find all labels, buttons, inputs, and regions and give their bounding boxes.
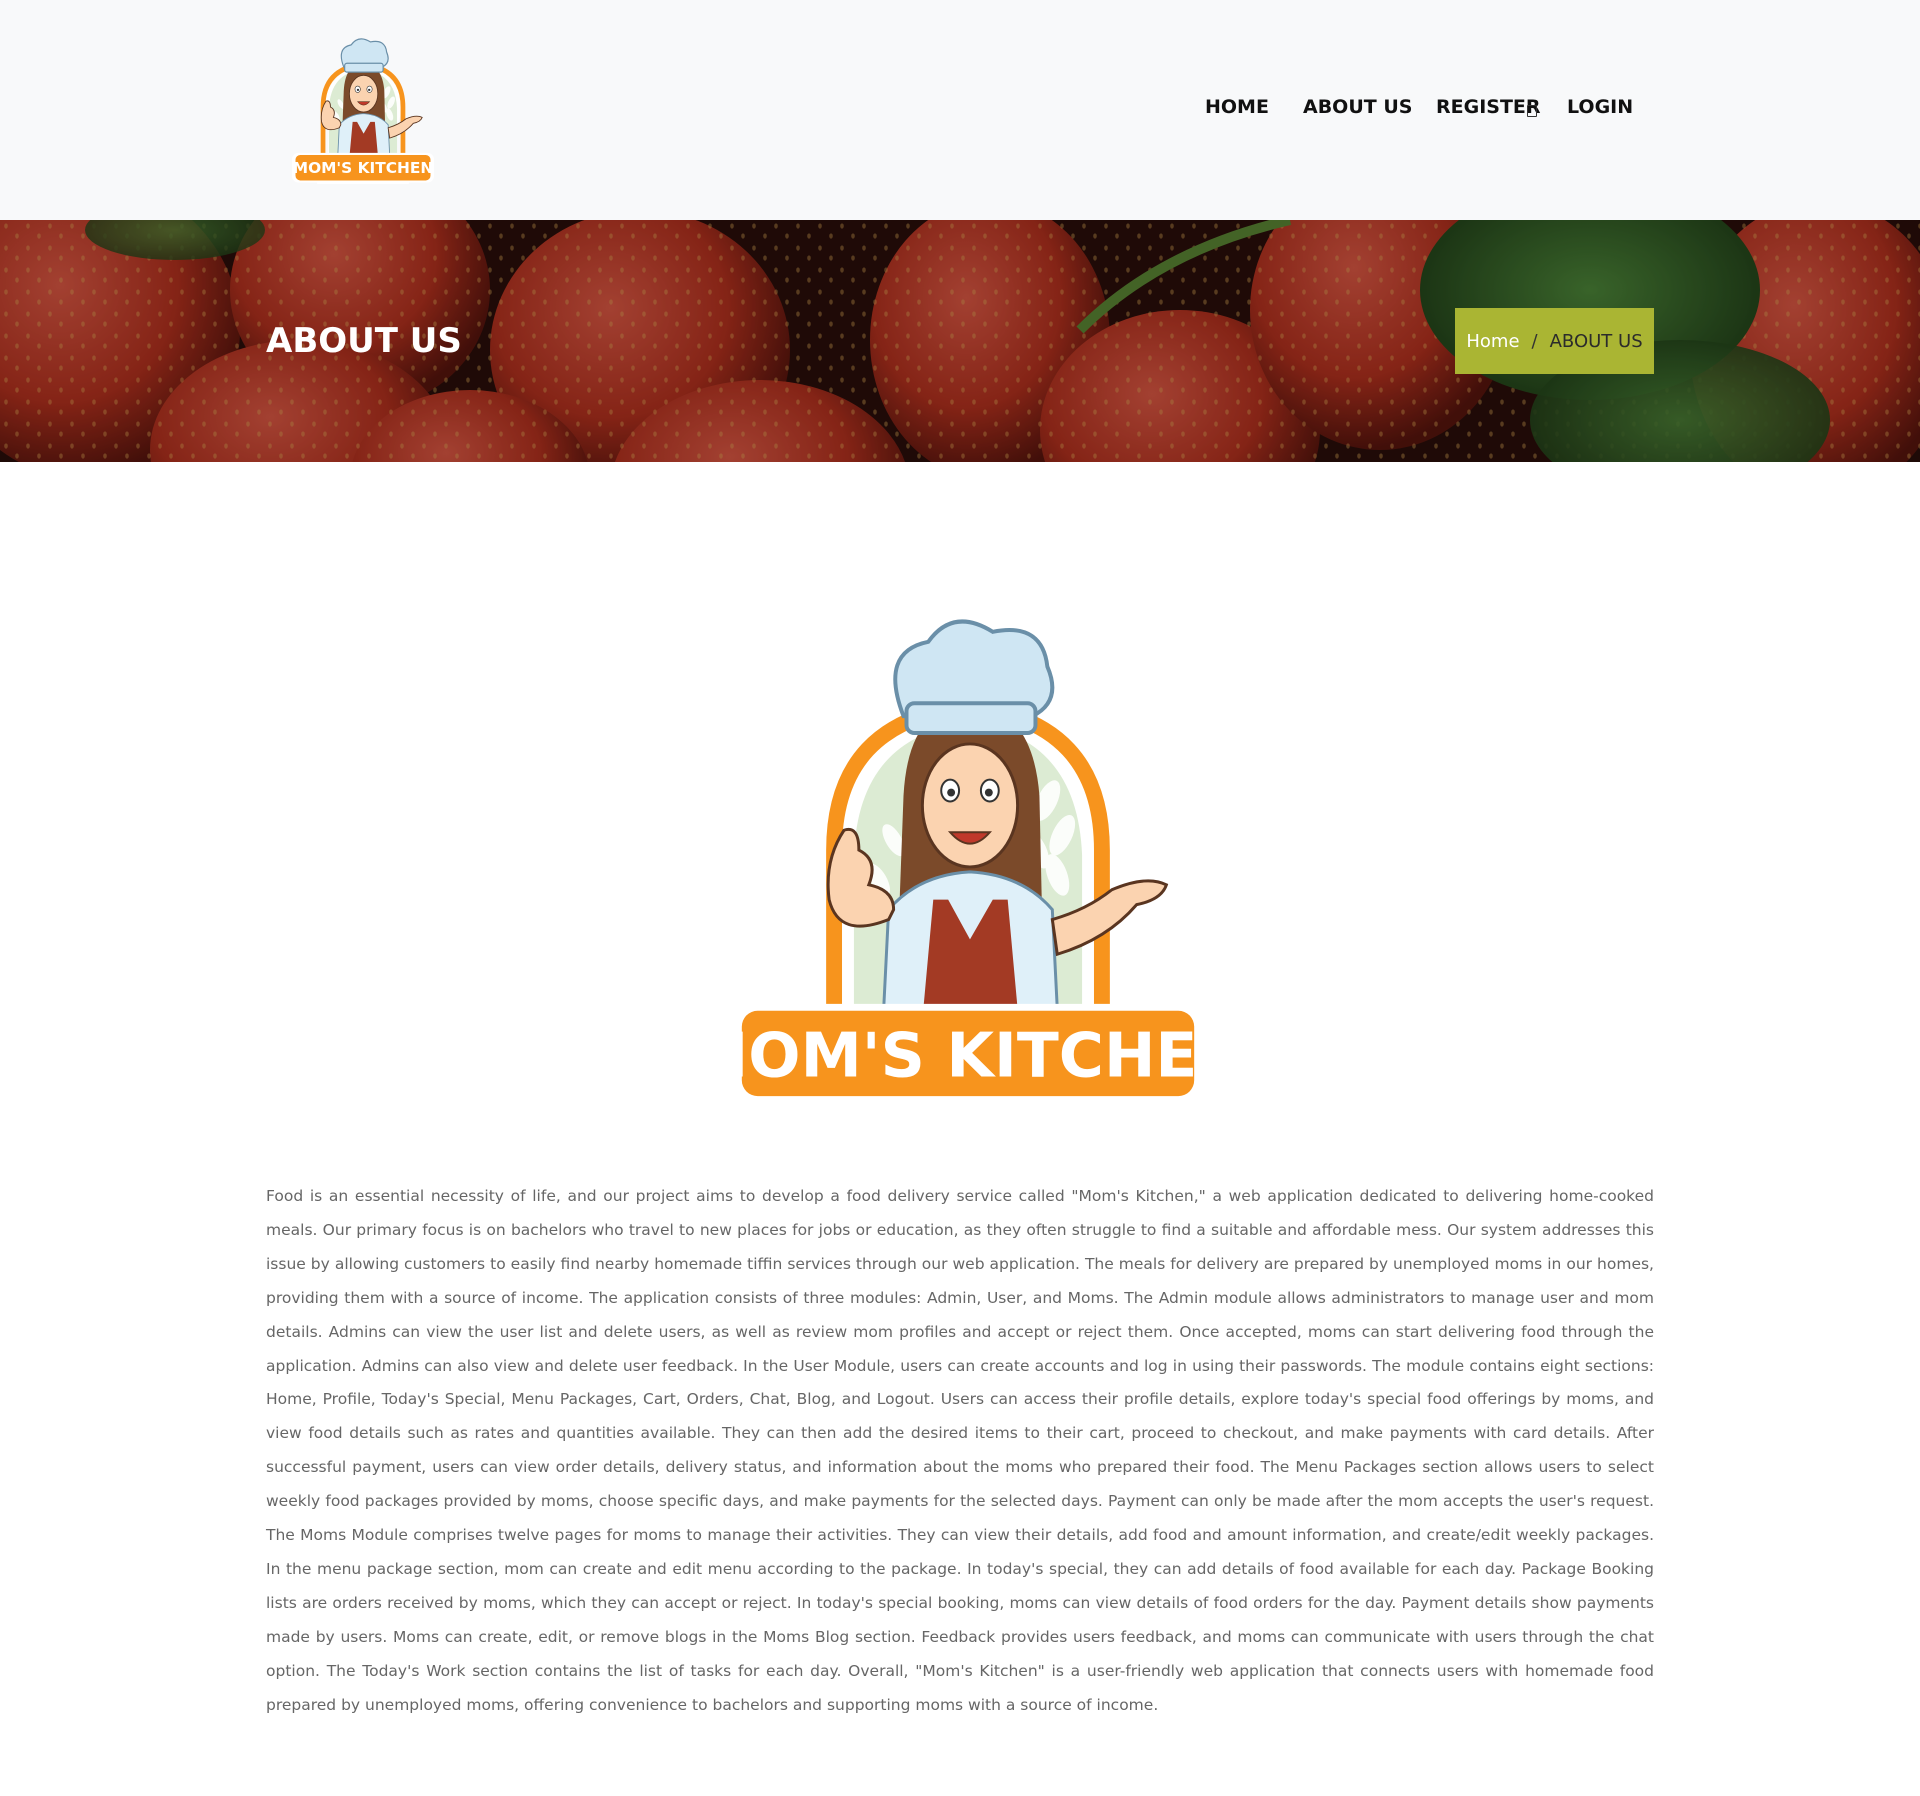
main-nav: HOME ABOUT US REGISTER LOGIN	[0, 96, 1920, 126]
nav-login[interactable]: LOGIN	[1567, 96, 1633, 118]
logo-text: MOM'S KITCHEN	[293, 159, 433, 177]
breadcrumb-home-link[interactable]: Home	[1466, 331, 1519, 352]
breadcrumb-current: ABOUT US	[1549, 330, 1643, 352]
site-header: MOM'S KITCHEN HOME ABOUT US REGISTER LOG…	[0, 0, 1920, 220]
page-banner: ABOUT US Home / ABOUT US	[0, 220, 1920, 462]
chef-mascot-icon: MOM'S KITCHEN	[687, 612, 1249, 1108]
breadcrumb-separator: /	[1531, 330, 1538, 352]
about-logo-image: MOM'S KITCHEN	[687, 612, 1249, 1108]
nav-about-us[interactable]: ABOUT US	[1303, 96, 1412, 118]
nav-register[interactable]: REGISTER	[1436, 96, 1541, 118]
breadcrumb: Home / ABOUT US	[1455, 308, 1654, 374]
dropdown-icon[interactable]	[1527, 105, 1537, 117]
page-title: ABOUT US	[266, 321, 462, 361]
logo-text-large: MOM'S KITCHEN	[716, 1019, 1220, 1091]
nav-home[interactable]: HOME	[1205, 96, 1269, 118]
about-paragraph: Food is an essential necessity of life, …	[266, 1187, 1654, 1714]
